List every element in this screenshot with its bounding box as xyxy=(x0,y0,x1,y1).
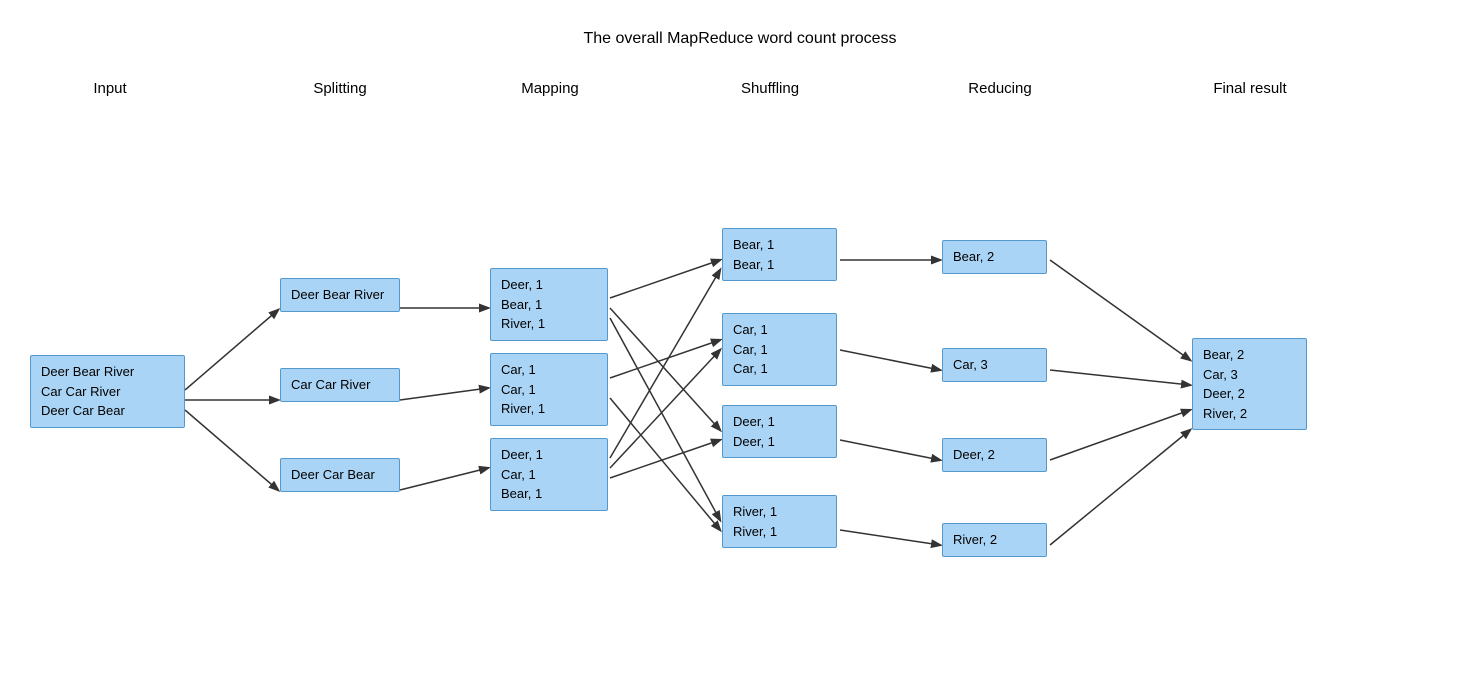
box-red2: Car, 3 xyxy=(942,348,1047,382)
box-map1: Deer, 1Bear, 1River, 1 xyxy=(490,268,608,341)
box-red1: Bear, 2 xyxy=(942,240,1047,274)
box-shuf4: River, 1River, 1 xyxy=(722,495,837,548)
diagram-title: The overall MapReduce word count process xyxy=(583,30,896,48)
box-input: Deer Bear RiverCar Car RiverDeer Car Bea… xyxy=(30,355,185,428)
box-final: Bear, 2Car, 3Deer, 2River, 2 xyxy=(1192,338,1307,430)
diagram-container: The overall MapReduce word count process… xyxy=(0,0,1480,687)
box-split1: Deer Bear River xyxy=(280,278,400,312)
label-final: Final result xyxy=(1180,80,1320,97)
box-shuf3: Deer, 1Deer, 1 xyxy=(722,405,837,458)
box-shuf2: Car, 1Car, 1Car, 1 xyxy=(722,313,837,386)
box-shuf1: Bear, 1Bear, 1 xyxy=(722,228,837,281)
label-shuffling: Shuffling xyxy=(700,80,840,97)
box-red3: Deer, 2 xyxy=(942,438,1047,472)
box-map3: Deer, 1Car, 1Bear, 1 xyxy=(490,438,608,511)
label-input: Input xyxy=(50,80,170,97)
label-mapping: Mapping xyxy=(480,80,620,97)
box-split3: Deer Car Bear xyxy=(280,458,400,492)
label-reducing: Reducing xyxy=(930,80,1070,97)
box-split2: Car Car River xyxy=(280,368,400,402)
label-splitting: Splitting xyxy=(270,80,410,97)
box-map2: Car, 1Car, 1River, 1 xyxy=(490,353,608,426)
box-red4: River, 2 xyxy=(942,523,1047,557)
